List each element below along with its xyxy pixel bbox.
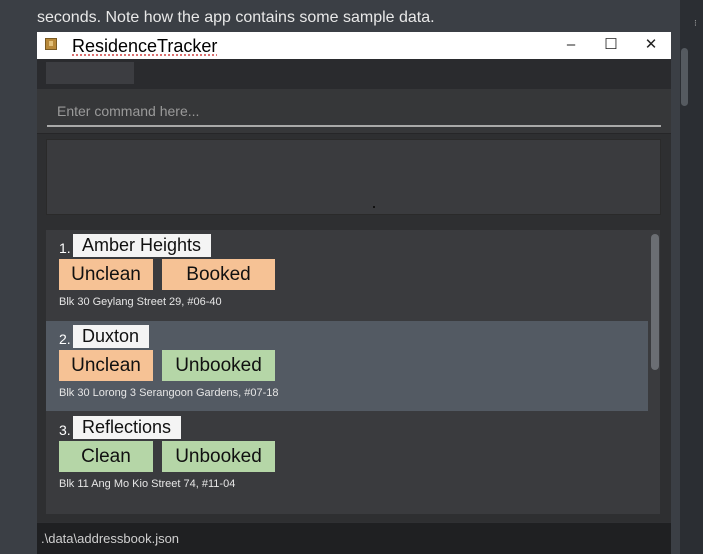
side-glyphs: ⁝: [694, 18, 697, 28]
residence-name: Reflections: [73, 416, 182, 439]
result-display: [46, 139, 661, 215]
item-index: 3.: [59, 422, 71, 438]
menu-item[interactable]: [46, 62, 134, 84]
list-item[interactable]: 1. Amber Heights Unclean Booked Blk 30 G…: [46, 230, 648, 320]
document-text: seconds. Note how the app contains some …: [37, 9, 435, 26]
window-title: ResidenceTracker: [72, 36, 218, 56]
list-item[interactable]: 2. Duxton Unclean Unbooked Blk 30 Lorong…: [46, 321, 648, 411]
title-bar: ResidenceTracker – ☐ ✕: [37, 32, 671, 59]
minimize-button[interactable]: –: [556, 34, 586, 56]
caret-dot: [373, 206, 375, 208]
booking-status-tag: Unbooked: [162, 441, 275, 472]
maximize-button[interactable]: ☐: [596, 34, 626, 56]
residence-name: Duxton: [73, 325, 150, 348]
save-file-path: .\data\addressbook.json: [41, 531, 180, 546]
close-button[interactable]: ✕: [636, 34, 666, 56]
result-display-area: [37, 133, 671, 222]
clean-status-tag: Unclean: [59, 350, 153, 381]
outer-scrollbar-thumb[interactable]: [681, 48, 688, 106]
booking-status-tag: Booked: [162, 259, 275, 290]
residence-address: Blk 30 Lorong 3 Serangoon Gardens, #07-1…: [59, 387, 279, 399]
command-input[interactable]: [47, 97, 661, 127]
clean-status-tag: Clean: [59, 441, 153, 472]
residence-list-area: 1. Amber Heights Unclean Booked Blk 30 G…: [37, 222, 671, 522]
item-index: 2.: [59, 331, 71, 347]
list-item[interactable]: 3. Reflections Clean Unbooked Blk 11 Ang…: [46, 412, 648, 502]
menu-bar: [37, 59, 671, 89]
residence-address: Blk 30 Geylang Street 29, #06-40: [59, 296, 222, 308]
residence-name: Amber Heights: [73, 234, 212, 257]
app-window: ResidenceTracker – ☐ ✕ 1. Amber Heights …: [37, 32, 671, 554]
booking-status-tag: Unbooked: [162, 350, 275, 381]
app-icon: [45, 38, 57, 50]
item-index: 1.: [59, 240, 71, 256]
clean-status-tag: Unclean: [59, 259, 153, 290]
residence-address: Blk 11 Ang Mo Kio Street 74, #11-04: [59, 478, 236, 490]
command-box: [37, 89, 671, 133]
status-bar: .\data\addressbook.json: [37, 523, 671, 554]
residence-list: 1. Amber Heights Unclean Booked Blk 30 G…: [46, 230, 660, 514]
list-scrollbar-thumb[interactable]: [651, 234, 659, 370]
